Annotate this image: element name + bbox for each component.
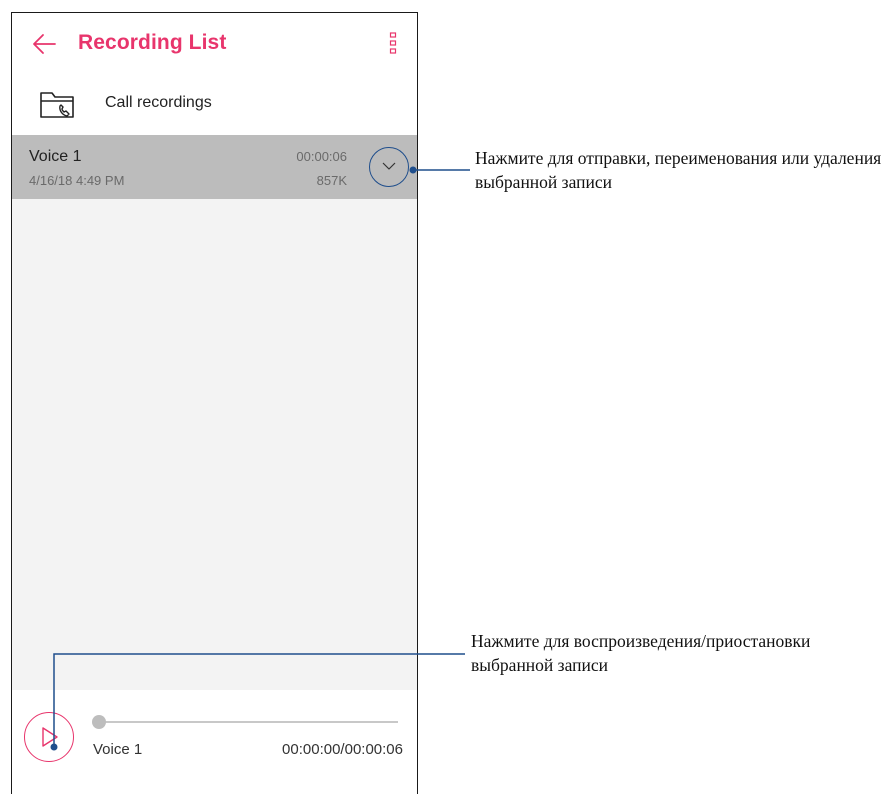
annotation-play: Нажмите для воспроизведения/приостановки…	[471, 631, 811, 675]
call-recordings-folder[interactable]: Call recordings	[12, 75, 417, 135]
player-track-name: Voice 1	[93, 741, 143, 758]
arrow-left-icon[interactable]	[30, 30, 58, 58]
folder-label: Call recordings	[105, 94, 212, 111]
recording-name: Voice 1	[29, 148, 82, 165]
recording-list: Voice 1 4/16/18 4:49 PM 00:00:06 857K	[12, 135, 417, 690]
chevron-down-icon	[382, 162, 396, 170]
expand-options-button[interactable]	[369, 147, 409, 187]
annotation-expand: Нажмите для отправки, переименования или…	[475, 148, 882, 192]
play-icon	[42, 727, 58, 747]
app-bar: Recording List	[12, 13, 417, 75]
recording-size: 857K	[316, 173, 347, 188]
recording-duration: 00:00:06	[296, 149, 347, 164]
more-vertical-icon[interactable]	[386, 31, 400, 55]
recording-item[interactable]: Voice 1 4/16/18 4:49 PM 00:00:06 857K	[12, 135, 417, 199]
play-pause-button[interactable]	[24, 712, 74, 762]
page-title: Recording List	[78, 31, 227, 54]
folder-phone-icon	[40, 92, 74, 118]
player-time: 00:00:00/00:00:06	[282, 741, 403, 758]
seek-bar[interactable]	[98, 721, 398, 723]
phone-screen: Recording List Call recordings Voice 1 4…	[11, 12, 418, 794]
recording-date: 4/16/18 4:49 PM	[29, 173, 125, 188]
audio-player: Voice 1 00:00:00/00:00:06	[12, 690, 417, 794]
seek-thumb[interactable]	[92, 715, 106, 729]
